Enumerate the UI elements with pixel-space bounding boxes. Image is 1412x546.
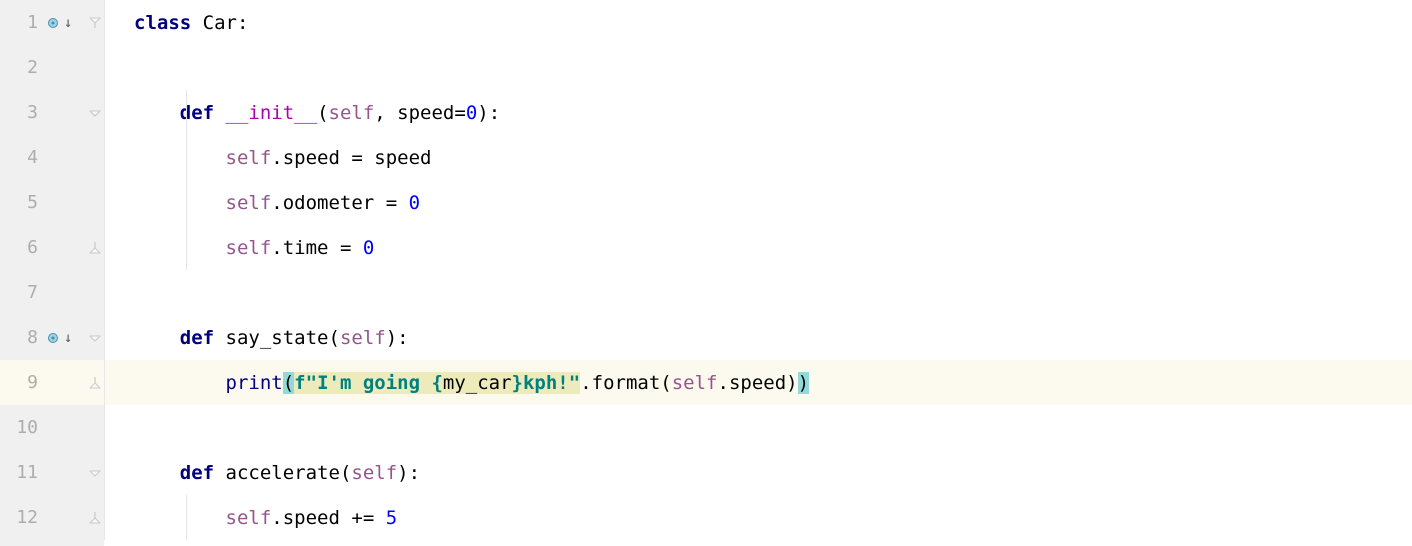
gutter-row: 8 ↓ [0, 315, 104, 360]
code-line[interactable]: def say_state(self): [130, 315, 1412, 360]
indent-guide [186, 225, 187, 270]
gutter-row: 12 [0, 495, 104, 540]
gutter-row: 6 [0, 225, 104, 270]
code-line[interactable]: self.odometer = 0 [130, 180, 1412, 225]
gutter-row: 9 [0, 360, 104, 405]
fstring-var: my_car [443, 372, 512, 394]
line-number: 9 [0, 372, 44, 393]
attribute: time [283, 237, 329, 259]
self-param: self [340, 327, 386, 349]
string-literal: "I'm going { [306, 372, 443, 394]
number-literal: 5 [386, 507, 397, 529]
keyword: class [134, 12, 191, 34]
paren-open: ( [283, 372, 294, 394]
editor-gutter: 1 ↓ 2 3 4 5 6 7 8 [0, 0, 104, 546]
gutter-row: 10 [0, 405, 104, 450]
gutter-row: 1 ↓ [0, 0, 104, 45]
self-ref: self [226, 192, 272, 214]
line-number: 12 [0, 507, 44, 528]
code-line[interactable] [130, 270, 1412, 315]
fold-marker[interactable] [88, 106, 102, 120]
line-number: 4 [0, 147, 44, 168]
fold-marker[interactable] [88, 16, 102, 30]
gutter-row: 11 [0, 450, 104, 495]
number-literal: 0 [466, 102, 477, 124]
identifier: speed [374, 147, 431, 169]
fold-marker[interactable] [88, 511, 102, 525]
paren-close: ) [798, 372, 809, 394]
code-editor[interactable]: class Car: def __init__(self, speed=0): … [130, 0, 1412, 546]
override-icon[interactable] [48, 16, 62, 30]
self-param: self [351, 462, 397, 484]
gutter-row: 3 [0, 90, 104, 135]
keyword: def [180, 462, 214, 484]
line-number: 11 [0, 462, 44, 483]
self-ref: self [226, 237, 272, 259]
attribute: speed [283, 147, 340, 169]
line-number: 2 [0, 57, 44, 78]
self-ref: self [226, 507, 272, 529]
indent-guide [186, 180, 187, 225]
attribute: speed [729, 372, 786, 394]
indent-guide-area [104, 0, 130, 546]
gutter-row: 4 [0, 135, 104, 180]
parameter: speed [397, 102, 454, 124]
operator: += [351, 507, 374, 529]
method-name: format [592, 372, 661, 394]
string-literal: }kph!" [512, 372, 581, 394]
fold-marker[interactable] [88, 376, 102, 390]
code-line[interactable]: self.time = 0 [130, 225, 1412, 270]
class-name: Car [203, 12, 237, 34]
gutter-row: 7 [0, 270, 104, 315]
builtin-fn: print [226, 372, 283, 394]
number-literal: 0 [409, 192, 420, 214]
code-line[interactable]: def accelerate(self): [130, 450, 1412, 495]
arrow-down-icon: ↓ [64, 15, 72, 31]
gutter-row: 5 [0, 180, 104, 225]
number-literal: 0 [363, 237, 374, 259]
line-number: 6 [0, 237, 44, 258]
fold-marker[interactable] [88, 241, 102, 255]
code-line[interactable] [130, 405, 1412, 450]
line-number: 3 [0, 102, 44, 123]
code-line[interactable]: self.speed = speed [130, 135, 1412, 180]
gutter-row: 2 [0, 45, 104, 90]
self-param: self [329, 102, 375, 124]
arrow-down-icon: ↓ [64, 330, 72, 346]
self-ref: self [672, 372, 718, 394]
function-name: say_state [226, 327, 329, 349]
line-number: 8 [0, 327, 44, 348]
function-name: accelerate [226, 462, 340, 484]
line-number: 5 [0, 192, 44, 213]
self-ref: self [226, 147, 272, 169]
function-name: __init__ [226, 102, 318, 124]
keyword: def [180, 327, 214, 349]
keyword: def [180, 102, 214, 124]
fold-marker[interactable] [88, 331, 102, 345]
fstring-prefix: f [294, 372, 305, 394]
override-icon[interactable] [48, 331, 62, 345]
attribute: speed [283, 507, 340, 529]
code-line-active[interactable]: print(f"I'm going {my_car}kph!".format(s… [130, 360, 1412, 405]
code-line[interactable] [130, 45, 1412, 90]
line-number: 7 [0, 282, 44, 303]
line-number: 1 [0, 12, 44, 33]
fold-marker[interactable] [88, 466, 102, 480]
attribute: odometer [283, 192, 375, 214]
code-line[interactable]: class Car: [130, 0, 1412, 45]
line-number: 10 [0, 417, 44, 438]
code-line[interactable]: def __init__(self, speed=0): [130, 90, 1412, 135]
code-line[interactable]: self.speed += 5 [130, 495, 1412, 540]
indent-guide [186, 495, 187, 540]
indent-guide [186, 90, 187, 135]
indent-guide [186, 135, 187, 180]
